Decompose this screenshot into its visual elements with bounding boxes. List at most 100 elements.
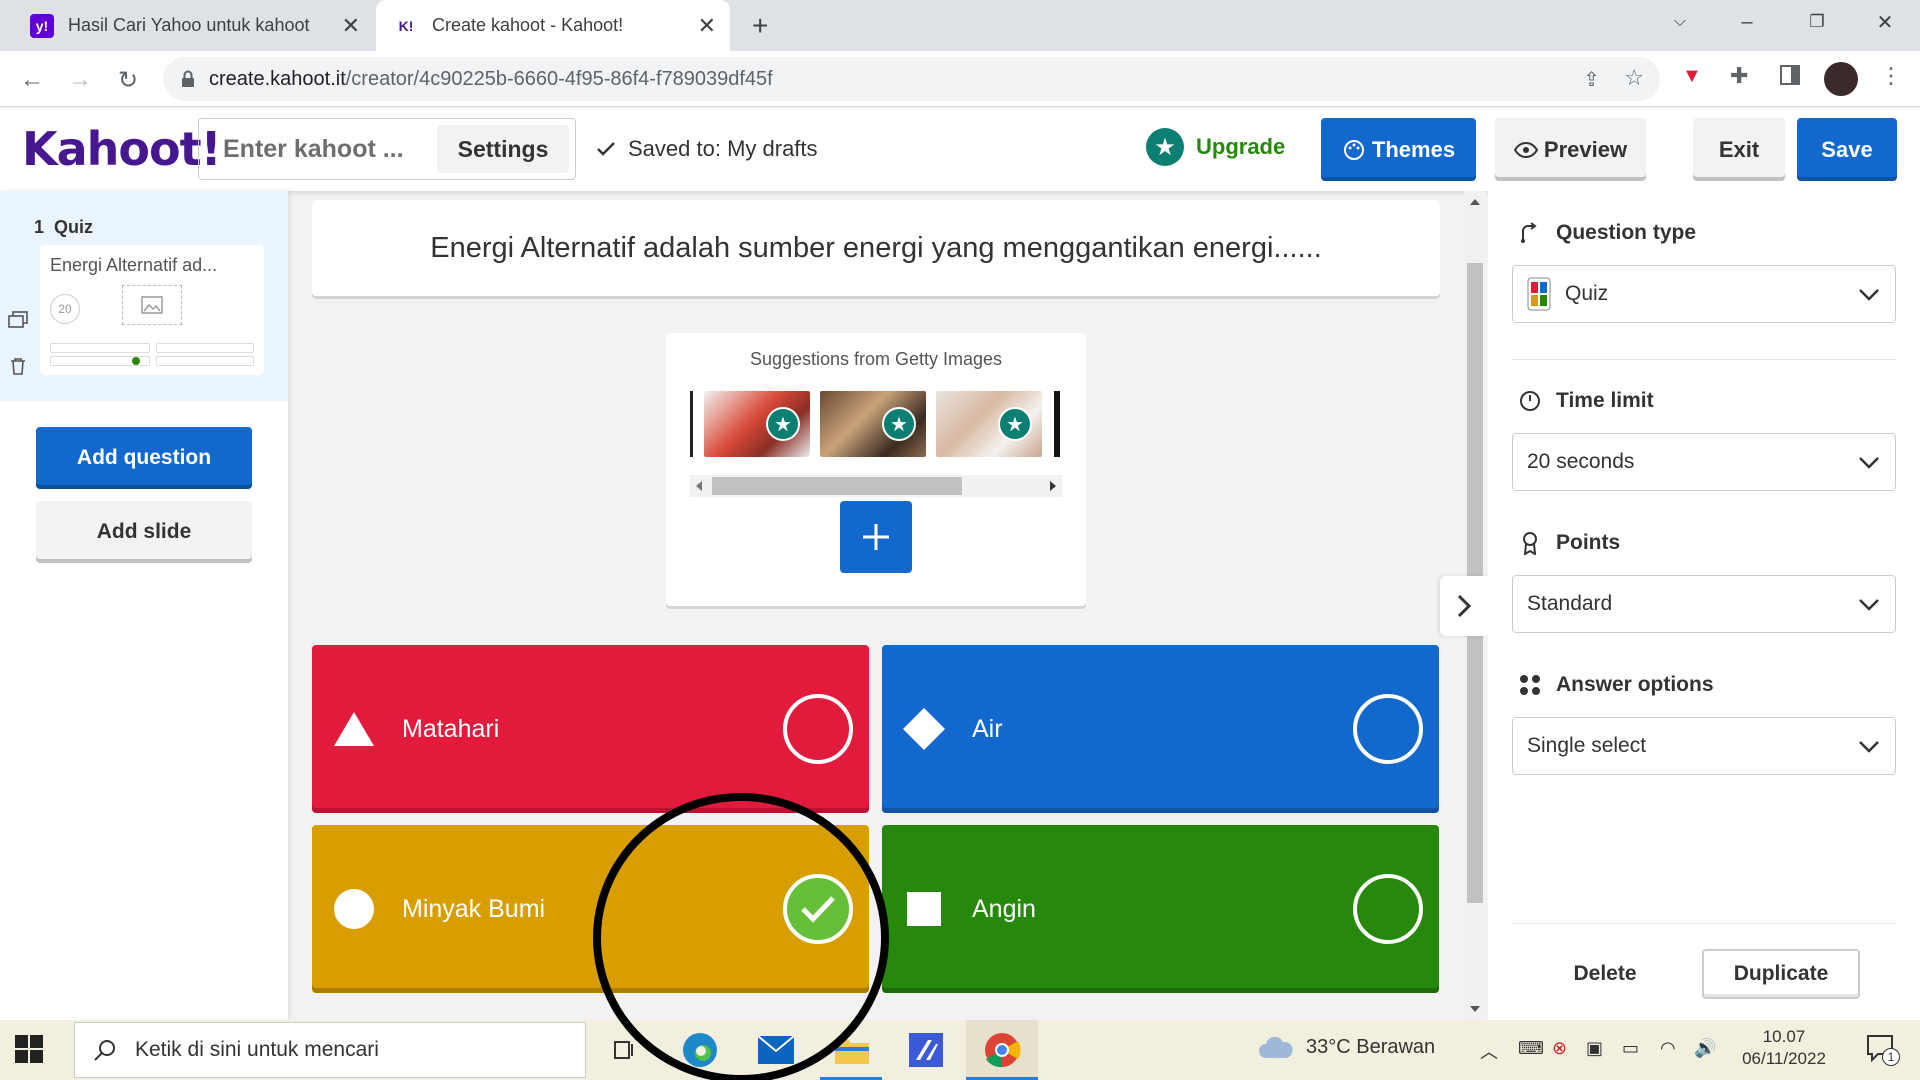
browser-menu-icon[interactable]: ⋮	[1880, 63, 1902, 89]
battery-icon[interactable]: ▭	[1622, 1038, 1639, 1059]
tray-display-icon[interactable]: ▣	[1586, 1038, 1603, 1059]
thumbnail-answer	[156, 356, 254, 366]
question-type-select[interactable]: Quiz	[1512, 265, 1896, 323]
tray-security-icon[interactable]: ⊗	[1552, 1038, 1567, 1059]
slide-thumbnail[interactable]: Energi Alternatif ad... 20	[40, 245, 264, 375]
wifi-icon[interactable]: ◠	[1660, 1038, 1676, 1059]
themes-button[interactable]: Themes	[1321, 118, 1476, 181]
getty-image-people[interactable]: ★	[820, 391, 926, 457]
url-input[interactable]: create.kahoot.it/creator/4c90225b-6660-4…	[163, 57, 1660, 101]
duplicate-button[interactable]: Duplicate	[1702, 949, 1860, 999]
add-media-button[interactable]	[840, 501, 912, 573]
tray-app-icon[interactable]: ⌨	[1518, 1038, 1544, 1059]
minimize-icon[interactable]: –	[1712, 0, 1782, 44]
bookmark-star-icon[interactable]: ☆	[1624, 65, 1644, 91]
answer-options-label: Answer options	[1518, 673, 1714, 697]
quiz-type-icon	[1527, 277, 1551, 311]
tab-title: Create kahoot - Kahoot!	[432, 15, 624, 35]
close-tab-icon[interactable]: ✕	[342, 13, 360, 39]
windows-start-icon[interactable]	[14, 1034, 44, 1064]
forward-icon[interactable]: →	[64, 64, 96, 96]
exit-button[interactable]: Exit	[1693, 118, 1785, 181]
scroll-down-icon[interactable]	[1470, 1006, 1480, 1012]
delete-button[interactable]: Delete	[1550, 949, 1660, 999]
kahoot-title-input[interactable]: Enter kahoot ... Settings	[198, 118, 576, 180]
save-button[interactable]: Save	[1797, 118, 1897, 181]
upgrade-button[interactable]: ★ Upgrade	[1146, 128, 1285, 166]
label-text: Time limit	[1556, 389, 1654, 412]
profile-avatar[interactable]	[1824, 62, 1858, 96]
answer-option-4[interactable]: Angin	[882, 825, 1439, 993]
scroll-left-icon[interactable]	[696, 481, 702, 491]
preview-button[interactable]: Preview	[1495, 118, 1646, 181]
correct-toggle[interactable]	[1353, 874, 1423, 944]
eye-icon	[1513, 141, 1538, 158]
chrome-browser-icon[interactable]	[982, 1030, 1022, 1070]
label-text: Answer options	[1556, 673, 1714, 696]
circle-icon	[332, 887, 376, 931]
correct-toggle[interactable]	[783, 694, 853, 764]
side-panel-icon[interactable]	[1780, 65, 1800, 85]
chevron-down-icon	[1859, 599, 1879, 611]
notification-badge: 1	[1882, 1048, 1900, 1066]
label-text: Question type	[1556, 221, 1697, 244]
reload-icon[interactable]: ↻	[112, 64, 144, 96]
slide-list-item[interactable]: 1 Quiz Energi Alternatif ad... 20	[0, 191, 288, 401]
browser-tab-yahoo[interactable]: y! Hasil Cari Yahoo untuk kahoot ✕	[12, 0, 374, 51]
kahoot-header: Kahoot! Enter kahoot ... Settings Saved …	[0, 108, 1920, 191]
answer-option-1[interactable]: Matahari	[312, 645, 869, 813]
share-icon[interactable]: ⇪	[1583, 67, 1600, 92]
yahoo-favicon-icon: y!	[30, 13, 54, 38]
close-tab-icon[interactable]: ✕	[698, 13, 716, 39]
correct-toggle[interactable]	[1353, 694, 1423, 764]
weather-widget[interactable]: 33°C Berawan	[1258, 1036, 1435, 1059]
thumbnail-answer	[156, 343, 254, 353]
media-horizontal-scrollbar[interactable]	[690, 475, 1062, 497]
volume-icon[interactable]: 🔊	[1694, 1038, 1716, 1059]
themes-label: Themes	[1371, 136, 1456, 162]
back-icon[interactable]: ←	[16, 64, 48, 96]
scrollbar-thumb[interactable]	[712, 477, 962, 495]
answer-options-select[interactable]: Single select	[1512, 717, 1896, 775]
browser-tab-kahoot[interactable]: K! Create kahoot - Kahoot! ✕	[376, 0, 730, 51]
answer-text: Angin	[972, 894, 1036, 923]
getty-image-apple[interactable]: ★	[704, 391, 810, 457]
question-title-input[interactable]: Energi Alternatif adalah sumber energi y…	[312, 200, 1440, 296]
taskbar-search-input[interactable]: Ketik di sini untuk mencari	[74, 1022, 586, 1078]
kahoot-favicon-icon: K!	[398, 17, 414, 34]
tray-chevron-up-icon[interactable]: ︿	[1480, 1038, 1498, 1064]
extensions-puzzle-icon[interactable]: ✚	[1730, 63, 1748, 89]
duplicate-slide-icon[interactable]	[8, 311, 28, 329]
image-placeholder-icon	[122, 285, 182, 325]
close-window-icon[interactable]: ✕	[1850, 0, 1920, 44]
medal-icon	[1518, 531, 1542, 555]
clock-icon	[1518, 389, 1542, 413]
collapse-panel-button[interactable]	[1440, 576, 1488, 636]
time-limit-label: Time limit	[1518, 389, 1654, 413]
taskbar-clock[interactable]: 10.07 06/11/2022	[1720, 1026, 1848, 1070]
answer-option-2[interactable]: Air	[882, 645, 1439, 813]
kahoot-logo[interactable]: Kahoot!	[22, 122, 222, 176]
preview-label: Preview	[1543, 136, 1628, 162]
slide-sidebar: 1 Quiz Energi Alternatif ad... 20 Add qu…	[0, 191, 288, 1020]
app-icon[interactable]	[906, 1030, 946, 1070]
answer-text: Air	[972, 714, 1003, 743]
time-limit-select[interactable]: 20 seconds	[1512, 433, 1896, 491]
tab-search-icon[interactable]: ⌵	[1645, 0, 1715, 44]
notification-center-icon[interactable]: 1	[1866, 1034, 1900, 1066]
restore-icon[interactable]: ❐	[1782, 0, 1852, 44]
getty-image-person[interactable]: ★	[936, 391, 1042, 457]
scroll-right-icon[interactable]	[1050, 481, 1056, 491]
delete-slide-icon[interactable]	[10, 357, 26, 375]
url-host: create.kahoot.it	[209, 67, 346, 90]
extension-pocket-icon[interactable]: ▼	[1682, 65, 1702, 88]
points-select[interactable]: Standard	[1512, 575, 1896, 633]
add-question-button[interactable]: Add question	[36, 427, 252, 489]
new-tab-icon[interactable]: +	[752, 10, 768, 42]
scroll-up-icon[interactable]	[1470, 199, 1480, 205]
add-slide-button[interactable]: Add slide	[36, 501, 252, 563]
star-icon: ★	[1146, 128, 1184, 166]
weather-text: 33°C Berawan	[1306, 1036, 1436, 1058]
settings-button[interactable]: Settings	[437, 125, 569, 173]
thumbnail-title: Energi Alternatif ad...	[50, 255, 218, 275]
